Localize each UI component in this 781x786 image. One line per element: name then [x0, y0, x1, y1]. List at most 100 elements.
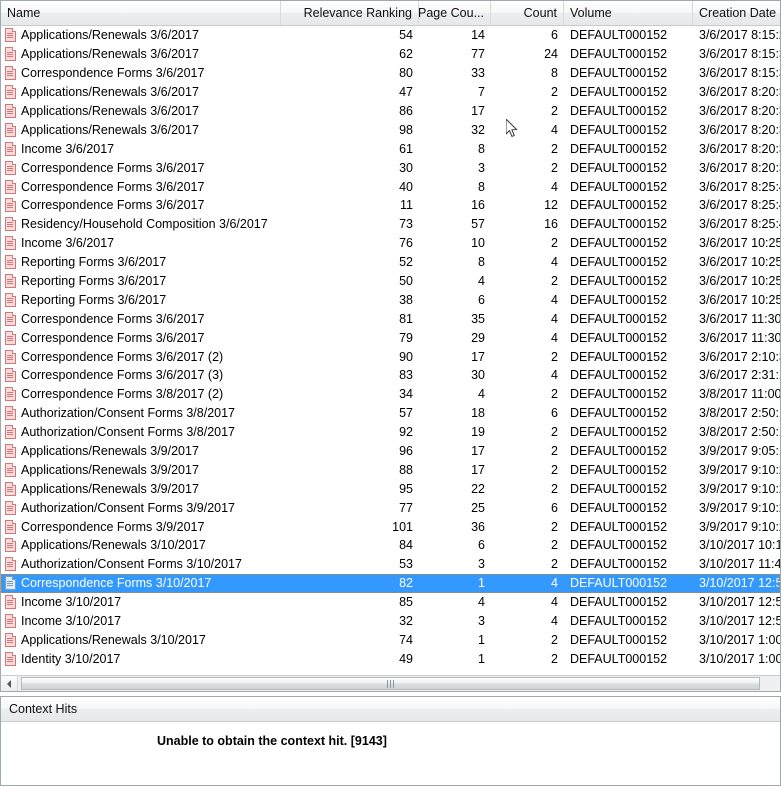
table-row[interactable]: Correspondence Forms 3/8/2017 (2) 34 4 2 DEF… — [1, 385, 780, 404]
cell-name: Income 3/10/2017 — [1, 593, 281, 612]
document-icon — [5, 141, 16, 156]
cell-name: Applications/Renewals 3/9/2017 — [1, 460, 281, 479]
table-row[interactable]: Correspondence Forms 3/9/2017 101 36 2 DEFAU… — [1, 517, 780, 536]
cell-page: 25 — [471, 500, 485, 515]
table-row[interactable]: Correspondence Forms 3/6/2017 11 16 12 DEFAU… — [1, 196, 780, 215]
cell-count: 6 — [551, 28, 558, 43]
column-header-vol[interactable]: Volume — [564, 1, 693, 25]
table-row[interactable]: Applications/Renewals 3/10/2017 74 1 2 DEFAU… — [1, 631, 780, 650]
table-row[interactable]: Applications/Renewals 3/6/2017 54 14 6 DEFAU… — [1, 26, 780, 45]
table-row[interactable]: Correspondence Forms 3/6/2017 30 3 2 DEFAULT… — [1, 158, 780, 177]
table-row[interactable]: Correspondence Forms 3/6/2017 81 35 4 DEFAUL… — [1, 309, 780, 328]
table-row[interactable]: Correspondence Forms 3/6/2017 (2) 90 17 2 DE… — [1, 347, 780, 366]
column-header-count[interactable]: Count — [491, 1, 564, 25]
table-row[interactable]: Authorization/Consent Forms 3/8/2017 57 18… — [1, 404, 780, 423]
cell-vol: DEFAULT000152 — [570, 292, 668, 307]
cell-vol: DEFAULT000152 — [570, 28, 668, 43]
cell-name: Correspondence Forms 3/6/2017 — [1, 177, 281, 196]
table-row[interactable]: Authorization/Consent Forms 3/9/2017 77 25… — [1, 498, 780, 517]
table-row[interactable]: Applications/Renewals 3/6/2017 98 32 4 DEFAU… — [1, 120, 780, 139]
table-row[interactable]: Correspondence Forms 3/10/2017 82 1 4 DEFAUL… — [1, 573, 780, 593]
cell-vol: DEFAULT000152 — [570, 632, 668, 647]
document-icon — [5, 595, 16, 610]
cell-name-label: Applications/Renewals 3/9/2017 — [21, 462, 199, 477]
cell-rel: 77 — [399, 500, 413, 515]
cell-name-label: Correspondence Forms 3/6/2017 — [21, 66, 205, 81]
cell-vol: DEFAULT000152 — [570, 368, 668, 383]
document-icon — [5, 519, 16, 534]
table-row[interactable]: Income 3/10/2017 85 4 4 DEFAULT000152 3/10/20… — [1, 593, 780, 612]
cell-rel: 90 — [399, 349, 413, 364]
column-header-date[interactable]: Creation Date — [693, 1, 780, 25]
cell-date: 3/8/2017 2:50:18 — [699, 406, 780, 421]
column-header-name[interactable]: Name — [1, 1, 281, 25]
cell-name: Correspondence Forms 3/6/2017 (3) — [1, 366, 281, 385]
cell-name-label: Applications/Renewals 3/10/2017 — [21, 538, 206, 553]
table-row[interactable]: Correspondence Forms 3/6/2017 40 8 4 DEFAULT… — [1, 177, 780, 196]
table-row[interactable]: Authorization/Consent Forms 3/8/2017 92 19… — [1, 423, 780, 442]
document-icon — [5, 425, 16, 440]
scrollbar-thumb[interactable] — [21, 677, 760, 690]
table-row[interactable]: Correspondence Forms 3/6/2017 80 33 8 DEFAUL… — [1, 64, 780, 83]
cell-name-label: Correspondence Forms 3/8/2017 (2) — [21, 387, 224, 402]
table-row[interactable]: Correspondence Forms 3/6/2017 (3) 83 30 4 DE… — [1, 366, 780, 385]
cell-count: 24 — [544, 47, 558, 62]
cell-page: 4 — [478, 595, 485, 610]
cell-name: Applications/Renewals 3/6/2017 — [1, 83, 281, 102]
cell-name: Applications/Renewals 3/6/2017 — [1, 102, 281, 121]
cell-date: 3/10/2017 12:50: — [699, 595, 780, 610]
cell-date: 3/6/2017 8:15:32 — [699, 47, 780, 62]
cell-name-label: Correspondence Forms 3/9/2017 — [21, 519, 205, 534]
table-row[interactable]: Income 3/6/2017 76 10 2 DEFAULT000152 3/6/201… — [1, 234, 780, 253]
cell-page: 35 — [471, 311, 485, 326]
cell-vol: DEFAULT000152 — [570, 236, 668, 251]
table-row[interactable]: Applications/Renewals 3/6/2017 47 7 2 DEFAUL… — [1, 83, 780, 102]
cell-count: 4 — [551, 179, 558, 194]
cell-count: 6 — [551, 500, 558, 515]
cell-count: 2 — [551, 141, 558, 156]
table-row[interactable]: Correspondence Forms 3/6/2017 79 29 4 DEFAUL… — [1, 328, 780, 347]
cell-vol: DEFAULT000152 — [570, 500, 668, 515]
document-icon — [5, 387, 16, 402]
table-row[interactable]: Applications/Renewals 3/10/2017 84 6 2 DEFAU… — [1, 536, 780, 555]
scrollbar-track[interactable] — [18, 676, 780, 691]
cell-date: 3/6/2017 8:15:30 — [699, 66, 780, 81]
cell-page: 77 — [471, 47, 485, 62]
grid-body[interactable]: Applications/Renewals 3/6/2017 54 14 6 DEFAU… — [1, 26, 780, 675]
cell-date: 3/9/2017 9:10:27 — [699, 481, 780, 496]
table-row[interactable]: Reporting Forms 3/6/2017 38 6 4 DEFAULT00015… — [1, 290, 780, 309]
cell-count: 2 — [551, 481, 558, 496]
table-row[interactable]: Income 3/6/2017 61 8 2 DEFAULT000152 3/6/2017… — [1, 139, 780, 158]
table-row[interactable]: Residency/Household Composition 3/6/2017… — [1, 215, 780, 234]
table-row[interactable]: Applications/Renewals 3/6/2017 62 77 24 DEFA… — [1, 45, 780, 64]
cell-name: Authorization/Consent Forms 3/8/2017 — [1, 404, 281, 423]
document-icon — [5, 160, 16, 175]
table-row[interactable]: Applications/Renewals 3/9/2017 95 22 2 DEFAU… — [1, 479, 780, 498]
table-row[interactable]: Income 3/10/2017 32 3 4 DEFAULT000152 3/10/20… — [1, 612, 780, 631]
table-row[interactable]: Reporting Forms 3/6/2017 52 8 4 DEFAULT00015… — [1, 253, 780, 272]
cell-name: Correspondence Forms 3/6/2017 (2) — [1, 347, 281, 366]
cell-name: Correspondence Forms 3/6/2017 — [1, 309, 281, 328]
table-row[interactable]: Identity 3/10/2017 49 1 2 DEFAULT000152 3/10/… — [1, 649, 780, 668]
cell-date: 3/8/2017 2:50:19 — [699, 425, 780, 440]
horizontal-scrollbar[interactable] — [0, 675, 781, 692]
cell-name: Authorization/Consent Forms 3/10/2017 — [1, 555, 281, 574]
table-row[interactable]: Applications/Renewals 3/9/2017 88 17 2 DEFAU… — [1, 460, 780, 479]
table-row[interactable]: Reporting Forms 3/6/2017 50 4 2 DEFAULT00015… — [1, 272, 780, 291]
document-icon — [5, 330, 16, 345]
document-icon — [5, 651, 16, 666]
cell-count: 2 — [551, 349, 558, 364]
document-icon — [5, 614, 16, 629]
column-header-page[interactable]: Page Cou... — [419, 1, 491, 25]
document-icon — [5, 368, 16, 383]
scroll-left-button[interactable] — [1, 676, 18, 691]
cell-name-label: Correspondence Forms 3/6/2017 (2) — [21, 349, 224, 364]
cell-name: Reporting Forms 3/6/2017 — [1, 253, 281, 272]
cell-page: 36 — [471, 519, 485, 534]
table-row[interactable]: Applications/Renewals 3/6/2017 86 17 2 DEFAU… — [1, 102, 780, 121]
column-header-rel[interactable]: Relevance Ranking — [281, 1, 419, 25]
cell-date: 3/9/2017 9:10:26 — [699, 462, 780, 477]
table-row[interactable]: Applications/Renewals 3/9/2017 96 17 2 DEFAU… — [1, 442, 780, 461]
table-row[interactable]: Authorization/Consent Forms 3/10/2017 53 3… — [1, 555, 780, 574]
cell-name-label: Correspondence Forms 3/10/2017 — [21, 576, 212, 591]
